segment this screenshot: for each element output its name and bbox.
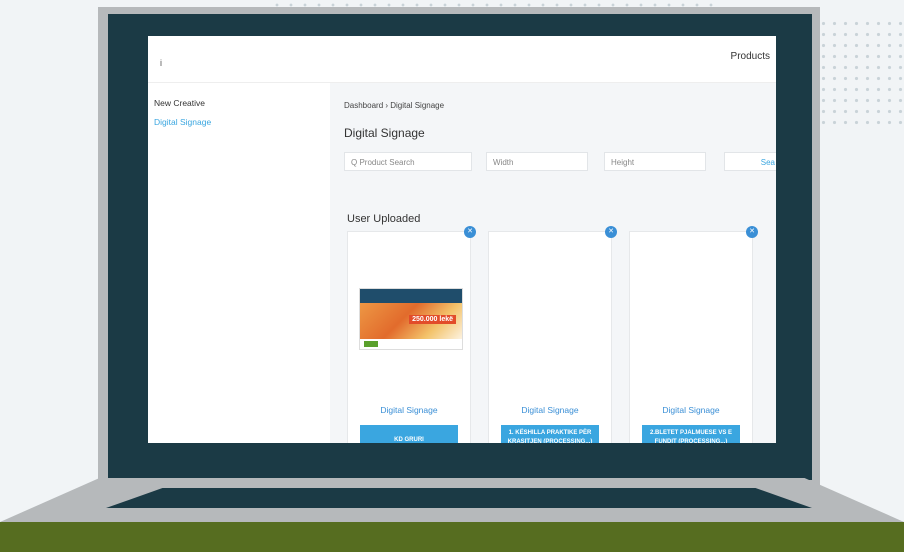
- sidebar-item-new-creative[interactable]: New Creative: [154, 98, 205, 108]
- card-tag[interactable]: KD GRURI: [360, 425, 458, 443]
- breadcrumb: Dashboard › Digital Signage: [344, 101, 445, 110]
- search-button[interactable]: Sea: [724, 152, 776, 171]
- thumbnail-banner: [360, 289, 462, 303]
- remove-icon[interactable]: ✕: [464, 226, 476, 238]
- logo[interactable]: i: [160, 58, 162, 68]
- thumbnail-amount: 250.000 lekë: [409, 315, 456, 324]
- card-tag[interactable]: 1. KËSHILLA PRAKTIKE PËR KRASITJEN (PROC…: [501, 425, 599, 443]
- laptop-screen: i Products New Creative Digital Signage …: [148, 36, 776, 443]
- card-label: Digital Signage: [380, 405, 438, 415]
- section-title-user-uploaded: User Uploaded: [347, 213, 421, 225]
- card-tag[interactable]: 2.BLETET PJALMUESE VS E FUNDIT (PROCESSI…: [642, 425, 740, 443]
- card-label: Digital Signage: [521, 405, 579, 415]
- creative-card[interactable]: ✕ Digital Signage 2.BLETET PJALMUESE VS …: [629, 226, 758, 443]
- sidebar: New Creative Digital Signage: [148, 83, 330, 443]
- thumbnail-logo-icon: [364, 341, 378, 347]
- top-navbar: i Products: [148, 36, 776, 83]
- nav-products-link[interactable]: Products: [731, 51, 770, 62]
- creative-card[interactable]: ✕ Digital Signage 1. KËSHILLA PRAKTIKE P…: [488, 226, 617, 443]
- decorative-dots-right: [818, 18, 904, 126]
- laptop-keyboard-deck: [106, 488, 812, 508]
- creative-thumbnail[interactable]: 250.000 lekë: [359, 288, 463, 350]
- remove-icon[interactable]: ✕: [746, 226, 758, 238]
- desk-surface: [0, 522, 904, 552]
- card-label: Digital Signage: [662, 405, 720, 415]
- remove-icon[interactable]: ✕: [605, 226, 617, 238]
- product-search-input[interactable]: Q Product Search: [344, 152, 472, 171]
- creative-card[interactable]: ✕ 250.000 lekë Digital Signage KD GRURI: [347, 226, 476, 443]
- main-content: Dashboard › Digital Signage Digital Sign…: [330, 83, 776, 443]
- width-input[interactable]: Width: [486, 152, 588, 171]
- height-input[interactable]: Height: [604, 152, 706, 171]
- page-title: Digital Signage: [344, 126, 425, 140]
- sidebar-item-digital-signage[interactable]: Digital Signage: [154, 117, 211, 127]
